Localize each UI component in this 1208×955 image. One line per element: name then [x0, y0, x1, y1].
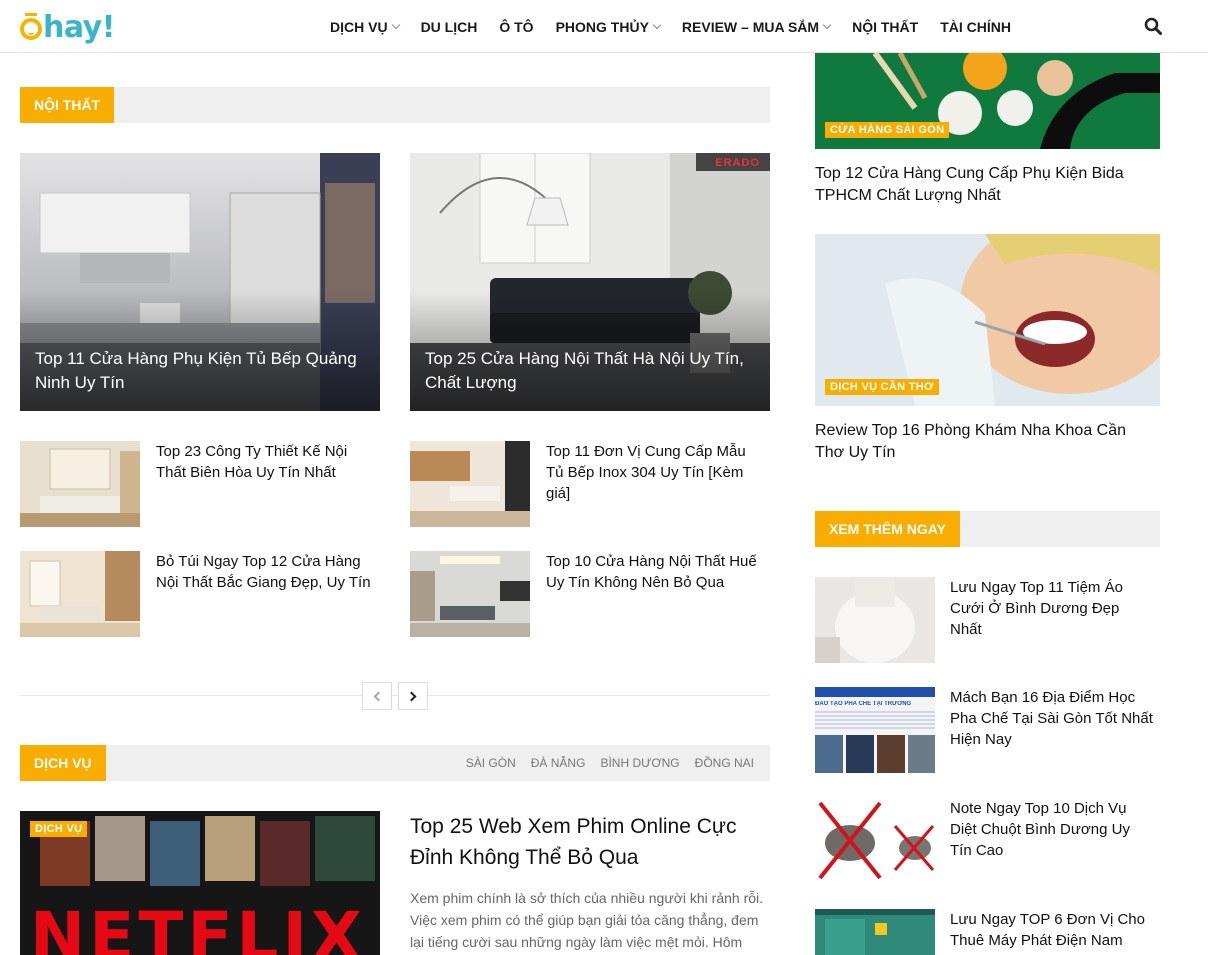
- chevron-left-icon: [373, 691, 384, 701]
- section-header-xem-them: XEM THÊM NGAY: [815, 511, 1160, 547]
- category-badge[interactable]: DỊCH VỤ: [30, 821, 88, 837]
- post-thumbnail[interactable]: CỬA HÀNG SÀI GÒN: [815, 53, 1160, 149]
- nav-item-phong-thuy[interactable]: PHONG THỦY: [556, 19, 662, 35]
- site-header: hay! DỊCH VỤ DU LỊCH Ô TÔ PHONG THỦY REV…: [0, 0, 1208, 53]
- category-badge[interactable]: DỊCH VỤ CẦN THƠ: [825, 379, 939, 395]
- tab-binh-duong[interactable]: BÌNH DƯƠNG: [600, 756, 679, 770]
- nav-item-noi-that[interactable]: NỘI THẤT: [852, 19, 918, 35]
- site-logo[interactable]: hay!: [20, 9, 115, 45]
- post-thumbnail: ĐÀO TẠO PHA CHẾ TẠI TRƯỜNG: [815, 687, 935, 773]
- nav-item-o-to[interactable]: Ô TÔ: [499, 19, 533, 35]
- search-icon[interactable]: [1144, 17, 1162, 35]
- post-thumbnail: [815, 798, 935, 884]
- netflix-logo-text: NETFLIX: [30, 898, 366, 955]
- pager-next-button[interactable]: [398, 682, 428, 710]
- post-title[interactable]: Lưu Ngay Top 11 Tiệm Áo Cưới Ở Bình Dươn…: [950, 577, 1155, 640]
- pager-prev-button[interactable]: [362, 682, 392, 710]
- image-caption: ĐÀO TẠO PHA CHẾ TẠI TRƯỜNG: [815, 701, 912, 707]
- post-card-small[interactable]: Bỏ Túi Ngay Top 12 Cửa Hàng Nội Thất Bắc…: [20, 551, 380, 637]
- chevron-down-icon: [822, 20, 832, 30]
- post-title[interactable]: Top 23 Công Ty Thiết Kế Nội Thất Biên Hò…: [156, 441, 376, 483]
- post-title[interactable]: Note Ngay Top 10 Dịch Vụ Diệt Chuột Bình…: [950, 798, 1155, 861]
- nav-item-du-lich[interactable]: DU LỊCH: [421, 19, 478, 35]
- chevron-right-icon: [406, 691, 417, 701]
- post-card-large[interactable]: ERADO Top 25 Cửa Hàng Nội Thất Hà Nội Uy…: [410, 153, 770, 411]
- section-label[interactable]: NỘI THẤT: [20, 87, 115, 123]
- post-title[interactable]: Lưu Ngay TOP 6 Đơn Vị Cho Thuê Máy Phát …: [950, 909, 1155, 951]
- tab-dong-nai[interactable]: ĐỒNG NAI: [695, 756, 754, 770]
- post-card-small[interactable]: Lưu Ngay TOP 6 Đơn Vị Cho Thuê Máy Phát …: [815, 909, 1160, 955]
- post-thumbnail: [815, 909, 935, 955]
- category-badge[interactable]: CỬA HÀNG SÀI GÒN: [825, 122, 950, 138]
- post-card-small[interactable]: Top 11 Đơn Vị Cung Cấp Mẫu Tủ Bếp Inox 3…: [410, 441, 770, 527]
- post-title[interactable]: Top 12 Cửa Hàng Cung Cấp Phụ Kiện Bida T…: [815, 163, 1155, 207]
- section-tabs: SÀI GÒN ĐÀ NẴNG BÌNH DƯƠNG ĐỒNG NAI: [451, 745, 754, 781]
- post-card-small[interactable]: Lưu Ngay Top 11 Tiệm Áo Cưới Ở Bình Dươn…: [815, 577, 1160, 663]
- post-title[interactable]: Mách Bạn 16 Địa Điểm Học Pha Chế Tại Sài…: [950, 687, 1155, 750]
- section-header-noi-that: NỘI THẤT: [20, 87, 770, 123]
- tab-sai-gon[interactable]: SÀI GÒN: [466, 756, 516, 770]
- post-card-small[interactable]: Top 10 Cửa Hàng Nội Thất Huế Uy Tín Khôn…: [410, 551, 770, 637]
- post-title[interactable]: Top 11 Cửa Hàng Phụ Kiện Tủ Bếp Quảng Ni…: [35, 347, 360, 395]
- section-header-dich-vu: DỊCH VỤ SÀI GÒN ĐÀ NẴNG BÌNH DƯƠNG ĐỒNG …: [20, 745, 770, 781]
- post-thumbnail: [410, 551, 530, 637]
- nav-item-dich-vu[interactable]: DỊCH VỤ: [330, 19, 400, 35]
- post-title[interactable]: Top 10 Cửa Hàng Nội Thất Huế Uy Tín Khôn…: [546, 551, 766, 593]
- section-label[interactable]: DỊCH VỤ: [20, 745, 106, 781]
- post-thumbnail[interactable]: DỊCH VỤ CẦN THƠ: [815, 234, 1160, 406]
- post-title[interactable]: Top 11 Đơn Vị Cung Cấp Mẫu Tủ Bếp Inox 3…: [546, 441, 766, 504]
- post-title[interactable]: Top 25 Cửa Hàng Nội Thất Hà Nội Uy Tín, …: [425, 347, 750, 395]
- nav-item-review-mua-sam[interactable]: REVIEW – MUA SẮM: [682, 19, 832, 35]
- feature-title[interactable]: Top 25 Web Xem Phim Online Cực Đỉnh Khôn…: [410, 811, 770, 873]
- tab-da-nang[interactable]: ĐÀ NẴNG: [531, 756, 586, 770]
- feature-thumbnail[interactable]: NETFLIX DỊCH VỤ: [20, 811, 380, 955]
- nav-item-tai-chinh[interactable]: TÀI CHÍNH: [940, 19, 1011, 35]
- post-thumbnail: [20, 551, 140, 637]
- post-card-small[interactable]: ĐÀO TẠO PHA CHẾ TẠI TRƯỜNG Mách Bạn 16 Đ…: [815, 687, 1160, 773]
- post-card-large[interactable]: Top 11 Cửa Hàng Phụ Kiện Tủ Bếp Quảng Ni…: [20, 153, 380, 411]
- post-thumbnail: [815, 577, 935, 663]
- post-title[interactable]: Bỏ Túi Ngay Top 12 Cửa Hàng Nội Thất Bắc…: [156, 551, 376, 593]
- main-nav: DỊCH VỤ DU LỊCH Ô TÔ PHONG THỦY REVIEW –…: [330, 0, 1033, 53]
- logo-text: hay!: [43, 9, 115, 45]
- post-thumbnail: [20, 441, 140, 527]
- section-label[interactable]: XEM THÊM NGAY: [815, 511, 960, 547]
- image-watermark: ERADO: [715, 157, 760, 169]
- chevron-down-icon: [652, 20, 662, 30]
- post-thumbnail: [410, 441, 530, 527]
- logo-mark-icon: [20, 13, 42, 40]
- post-card-small[interactable]: Note Ngay Top 10 Dịch Vụ Diệt Chuột Bình…: [815, 798, 1160, 884]
- post-title[interactable]: Review Top 16 Phòng Khám Nha Khoa Cần Th…: [815, 420, 1155, 464]
- chevron-down-icon: [391, 20, 400, 30]
- pager-divider: [20, 695, 770, 696]
- feature-excerpt: Xem phim chính là sở thích của nhiều ngư…: [410, 890, 764, 950]
- post-card-small[interactable]: Top 23 Công Ty Thiết Kế Nội Thất Biên Hò…: [20, 441, 380, 527]
